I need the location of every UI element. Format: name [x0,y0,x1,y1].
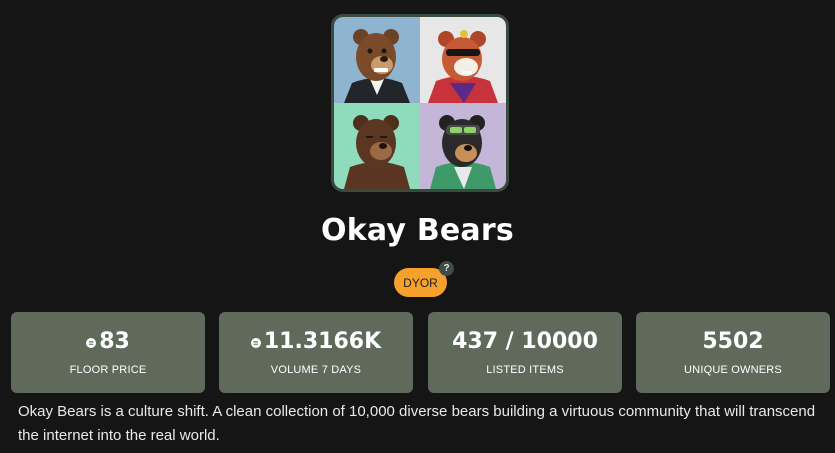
collection-description: Okay Bears is a culture shift. A clean c… [18,403,816,444]
unique-owners-value: 5502 [702,329,764,354]
bear-mint-tile [334,103,420,189]
floor-price-value: 83 [99,329,130,354]
collection-image-collage [331,14,509,192]
help-icon[interactable]: ? [439,261,454,276]
sol-icon: ≡ [250,337,261,348]
volume-value: 11.3166K [263,329,382,354]
stat-listed-items: 437 / 10000 LISTED ITEMS [428,312,622,393]
floor-price-label: FLOOR PRICE [69,364,147,376]
dyor-badge[interactable]: DYOR [394,268,447,297]
listed-items-value: 437 / 10000 [452,329,598,354]
bear-white-tile [420,17,506,103]
stat-floor-price: ≡ 83 FLOOR PRICE [11,312,205,393]
stat-volume-7-days: ≡ 11.3166K VOLUME 7 DAYS [219,312,413,393]
sol-icon: ≡ [86,337,97,348]
collection-title: Okay Bears [321,213,514,248]
bear-lavender-tile [420,103,506,189]
stat-unique-owners: 5502 UNIQUE OWNERS [636,312,830,393]
unique-owners-label: UNIQUE OWNERS [684,364,782,376]
bear-blue-tile [334,17,420,103]
listed-items-label: LISTED ITEMS [486,364,564,376]
volume-label: VOLUME 7 DAYS [270,364,362,376]
